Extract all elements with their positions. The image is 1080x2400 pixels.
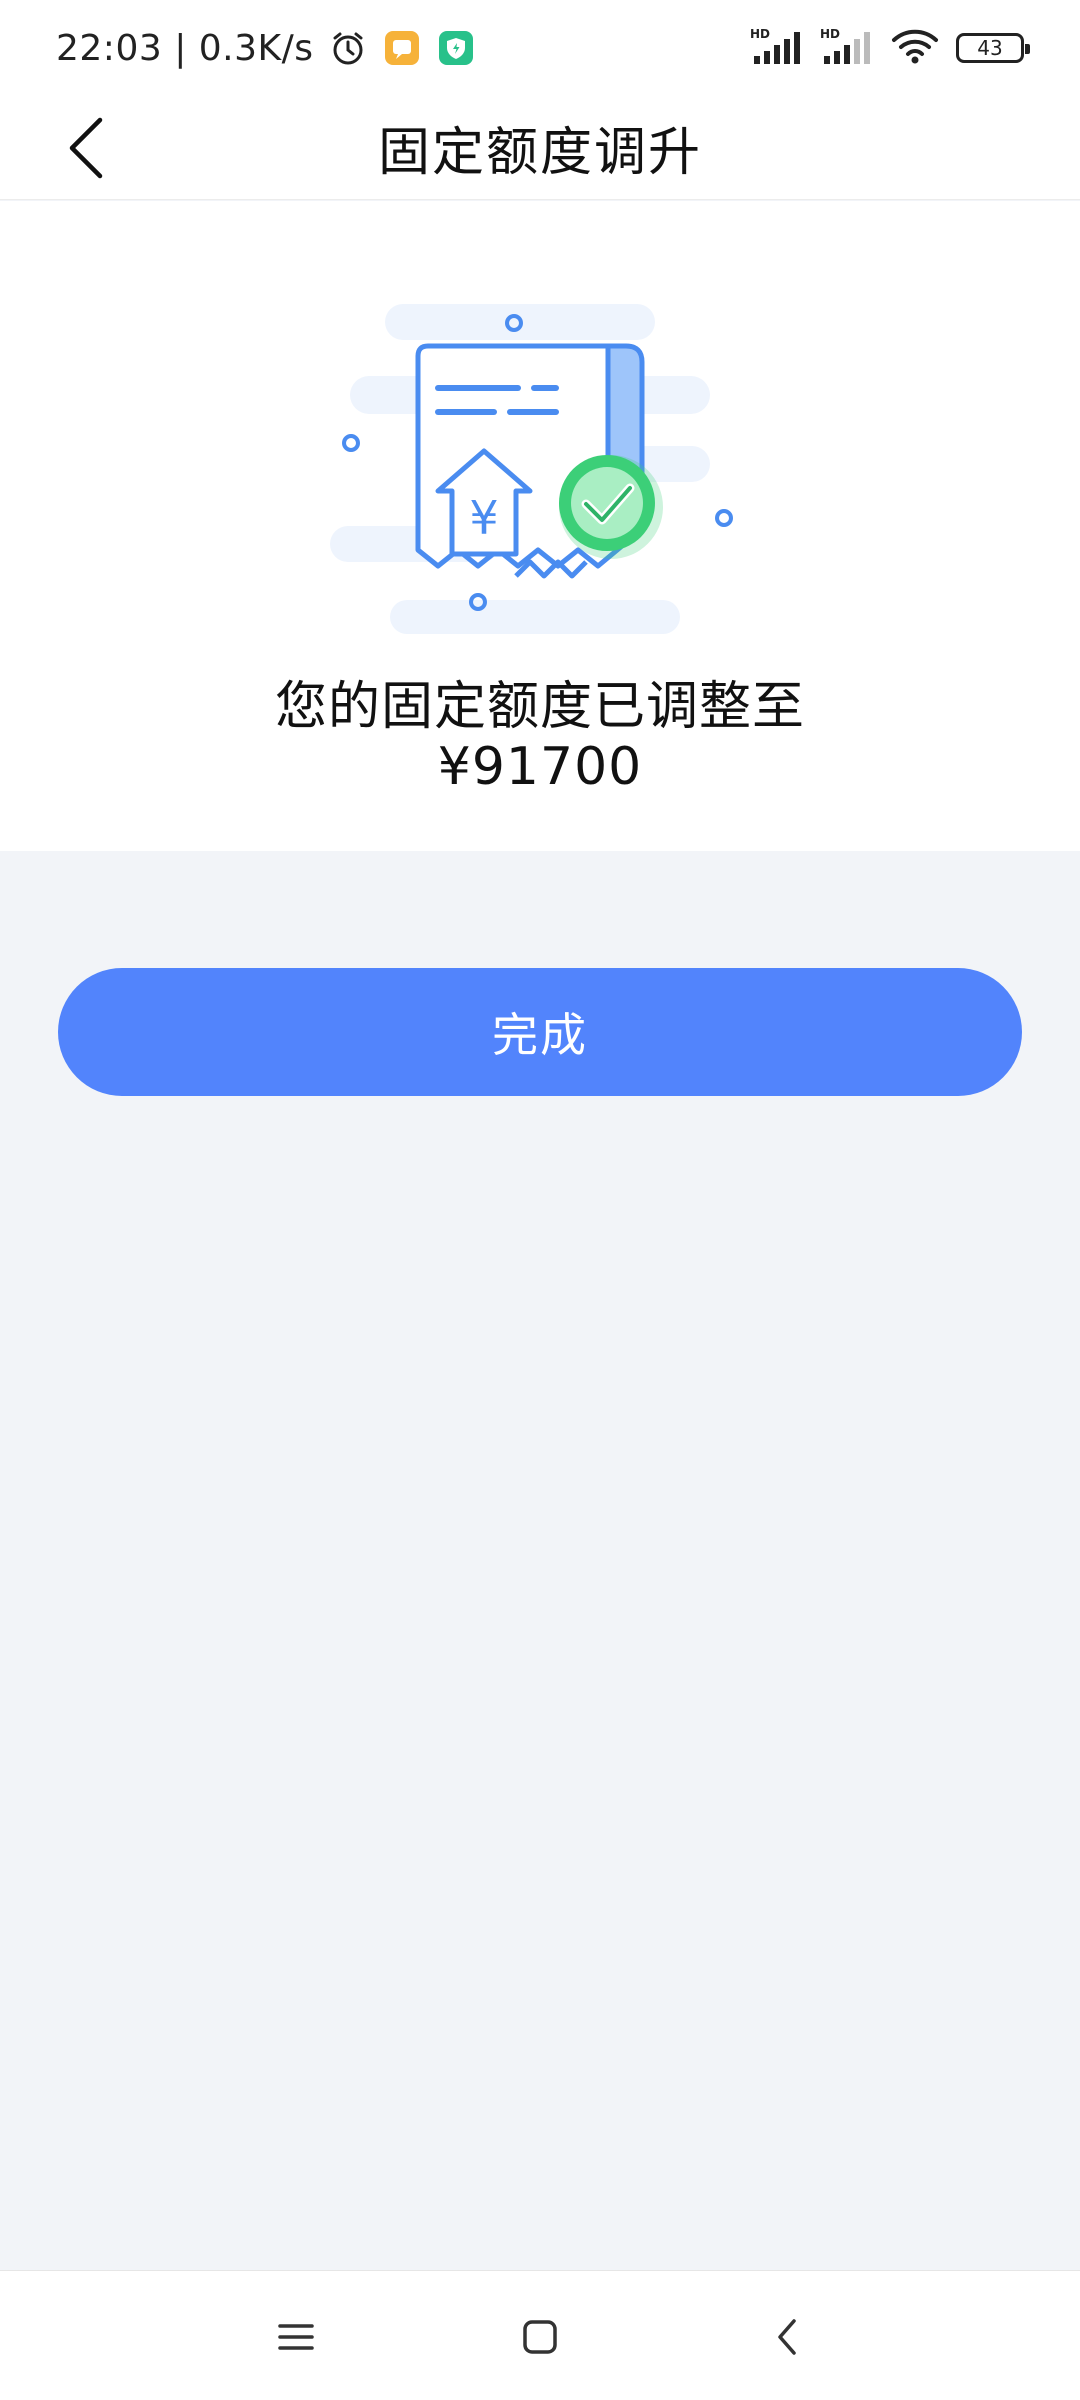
back-button[interactable] bbox=[48, 110, 124, 186]
menu-button[interactable] bbox=[266, 2307, 326, 2367]
result-message: 您的固定额度已调整至 bbox=[274, 677, 805, 737]
receipt-with-upgrade-and-check-icon: ¥ bbox=[330, 304, 733, 634]
menu-icon bbox=[278, 2324, 314, 2350]
status-bar: 22:03 | 0.3K/s HD HD 43 bbox=[0, 0, 1080, 96]
done-button[interactable]: 完成 bbox=[58, 968, 1022, 1096]
security-app-icon bbox=[436, 28, 476, 68]
back-arrow-icon bbox=[69, 117, 103, 179]
svg-text:¥: ¥ bbox=[469, 491, 498, 545]
navigation-bar bbox=[0, 2270, 1080, 2400]
back-icon bbox=[778, 2319, 796, 2355]
status-right: HD HD 43 bbox=[750, 26, 1030, 70]
notes-app-icon bbox=[382, 28, 422, 68]
home-button[interactable] bbox=[510, 2307, 570, 2367]
battery-icon: 43 bbox=[956, 33, 1030, 63]
result-card: ¥ 您的固定额度已调整至 ¥91700 bbox=[0, 201, 1080, 851]
status-left: 22:03 | 0.3K/s bbox=[56, 28, 476, 69]
hd-signal-icon: HD bbox=[750, 26, 804, 70]
page-title: 固定额度调升 bbox=[377, 123, 702, 183]
alarm-icon bbox=[328, 28, 368, 68]
wifi-icon bbox=[890, 26, 940, 70]
result-amount: ¥91700 bbox=[437, 737, 643, 797]
home-icon bbox=[523, 2320, 557, 2354]
nav-back-button[interactable] bbox=[758, 2307, 818, 2367]
svg-text:HD: HD bbox=[750, 27, 770, 41]
header: 固定额度调升 bbox=[0, 96, 1080, 200]
svg-text:HD: HD bbox=[820, 27, 840, 41]
status-time: 22:03 | 0.3K/s bbox=[56, 27, 314, 69]
screen: 22:03 | 0.3K/s HD HD 43 固定额度调升 ¥ 您的固定额度已… bbox=[0, 0, 1080, 2400]
hd-signal-icon: HD bbox=[820, 26, 874, 70]
